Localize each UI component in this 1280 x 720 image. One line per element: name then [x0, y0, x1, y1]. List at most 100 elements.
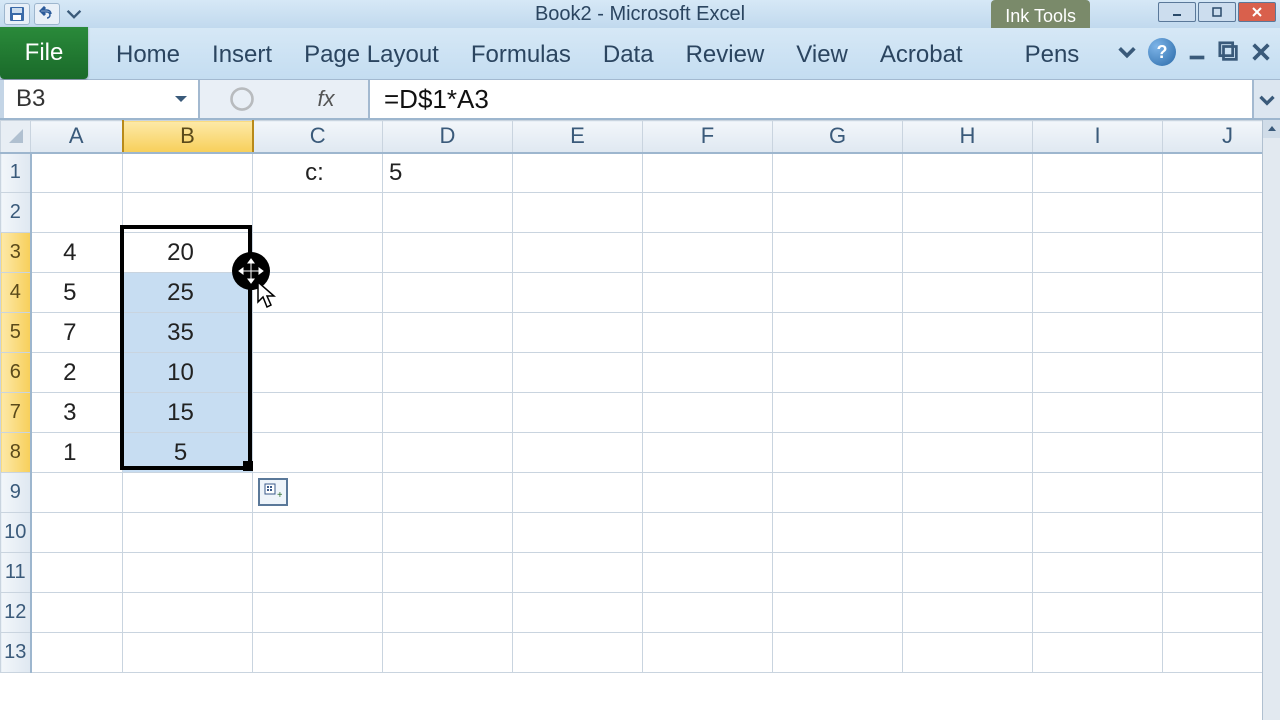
- vertical-scrollbar[interactable]: [1262, 120, 1280, 720]
- cell[interactable]: [513, 153, 643, 193]
- name-box[interactable]: B3: [0, 80, 200, 118]
- cell[interactable]: [903, 393, 1033, 433]
- cell[interactable]: [1033, 473, 1163, 513]
- cell[interactable]: [383, 313, 513, 353]
- cell[interactable]: [903, 153, 1033, 193]
- tab-pens[interactable]: Pens: [1009, 31, 1096, 79]
- cell-b7[interactable]: 15: [123, 393, 253, 433]
- cell[interactable]: [1033, 433, 1163, 473]
- cell[interactable]: [643, 153, 773, 193]
- cell[interactable]: [903, 513, 1033, 553]
- cell[interactable]: [31, 633, 123, 673]
- cell[interactable]: [773, 633, 903, 673]
- cell[interactable]: [253, 273, 383, 313]
- cell[interactable]: [383, 473, 513, 513]
- cell[interactable]: [773, 153, 903, 193]
- row-header[interactable]: 6: [1, 353, 31, 393]
- autofill-options-button[interactable]: +: [258, 478, 288, 506]
- ink-tools-tab[interactable]: Ink Tools: [991, 0, 1090, 28]
- cell[interactable]: [123, 193, 253, 233]
- cell-a8[interactable]: 1: [31, 433, 123, 473]
- cell[interactable]: [643, 473, 773, 513]
- cell[interactable]: [903, 273, 1033, 313]
- minimize-ribbon-icon[interactable]: [1186, 41, 1208, 63]
- maximize-button[interactable]: [1198, 2, 1236, 22]
- tab-formulas[interactable]: Formulas: [455, 31, 587, 79]
- cell[interactable]: [1033, 513, 1163, 553]
- cell[interactable]: [773, 433, 903, 473]
- cell[interactable]: [643, 433, 773, 473]
- cell[interactable]: [253, 593, 383, 633]
- insert-function-button[interactable]: fx: [312, 85, 340, 113]
- tab-view[interactable]: View: [780, 31, 864, 79]
- ribbon-dropdown-icon[interactable]: [1116, 41, 1138, 63]
- formula-input[interactable]: =D$1*A3: [370, 80, 1252, 118]
- restore-workbook-icon[interactable]: [1218, 41, 1240, 63]
- cell[interactable]: [903, 233, 1033, 273]
- cell-a3[interactable]: 4: [31, 233, 123, 273]
- cell[interactable]: [643, 193, 773, 233]
- help-icon[interactable]: ?: [1148, 38, 1176, 66]
- row-header[interactable]: 11: [1, 553, 31, 593]
- cell[interactable]: [253, 353, 383, 393]
- col-header-f[interactable]: F: [643, 121, 773, 153]
- cell[interactable]: [903, 633, 1033, 673]
- cell[interactable]: [253, 193, 383, 233]
- cell[interactable]: [1033, 153, 1163, 193]
- tab-page-layout[interactable]: Page Layout: [288, 31, 455, 79]
- col-header-d[interactable]: D: [383, 121, 513, 153]
- cancel-formula-icon[interactable]: [228, 85, 256, 113]
- cell[interactable]: [903, 433, 1033, 473]
- cell[interactable]: [773, 393, 903, 433]
- cell-a7[interactable]: 3: [31, 393, 123, 433]
- cell[interactable]: [1033, 233, 1163, 273]
- cell[interactable]: [773, 193, 903, 233]
- col-header-e[interactable]: E: [513, 121, 643, 153]
- row-header[interactable]: 3: [1, 233, 31, 273]
- row-header[interactable]: 12: [1, 593, 31, 633]
- name-box-dropdown-icon[interactable]: [172, 90, 190, 108]
- cell[interactable]: [903, 593, 1033, 633]
- cell[interactable]: [383, 433, 513, 473]
- cell[interactable]: [513, 433, 643, 473]
- cell[interactable]: [513, 633, 643, 673]
- cell-a5[interactable]: 7: [31, 313, 123, 353]
- cell[interactable]: [123, 593, 253, 633]
- cell[interactable]: [383, 273, 513, 313]
- cell[interactable]: [253, 633, 383, 673]
- cell[interactable]: [123, 633, 253, 673]
- cell[interactable]: [383, 353, 513, 393]
- tab-acrobat[interactable]: Acrobat: [864, 31, 979, 79]
- row-header[interactable]: 8: [1, 433, 31, 473]
- cell[interactable]: [643, 633, 773, 673]
- cell[interactable]: [31, 513, 123, 553]
- cell[interactable]: [31, 193, 123, 233]
- row-header[interactable]: 10: [1, 513, 31, 553]
- cell[interactable]: [253, 313, 383, 353]
- cell[interactable]: [253, 393, 383, 433]
- cell[interactable]: [643, 313, 773, 353]
- close-button[interactable]: [1238, 2, 1276, 22]
- cell[interactable]: [903, 553, 1033, 593]
- row-header[interactable]: 2: [1, 193, 31, 233]
- cell[interactable]: [513, 473, 643, 513]
- cell[interactable]: [31, 473, 123, 513]
- close-workbook-icon[interactable]: [1250, 41, 1272, 63]
- cell-b3[interactable]: 20: [123, 233, 253, 273]
- cell[interactable]: [773, 593, 903, 633]
- spreadsheet-grid[interactable]: A B C D E F G H I J 1 c: 5 2: [0, 120, 1280, 720]
- row-header[interactable]: 9: [1, 473, 31, 513]
- tab-insert[interactable]: Insert: [196, 31, 288, 79]
- cell-b8[interactable]: 5: [123, 433, 253, 473]
- qat-dropdown-icon[interactable]: [66, 3, 82, 25]
- row-header[interactable]: 4: [1, 273, 31, 313]
- col-header-g[interactable]: G: [773, 121, 903, 153]
- cell[interactable]: [513, 553, 643, 593]
- cell[interactable]: [903, 353, 1033, 393]
- col-header-i[interactable]: I: [1033, 121, 1163, 153]
- cell[interactable]: [1033, 353, 1163, 393]
- cell[interactable]: [31, 153, 123, 193]
- cell[interactable]: [903, 473, 1033, 513]
- cell[interactable]: [903, 193, 1033, 233]
- cell[interactable]: [123, 513, 253, 553]
